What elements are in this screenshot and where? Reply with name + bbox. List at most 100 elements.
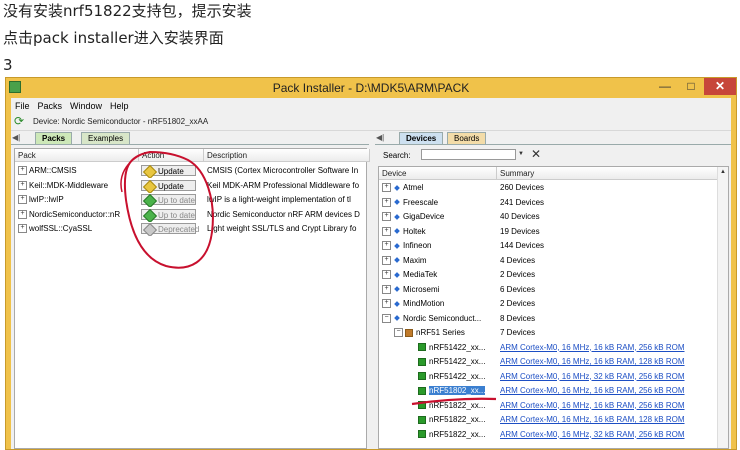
device-row[interactable]: + GigaDevice 40 Devices [379,210,717,224]
chip-icon [418,343,426,352]
device-row[interactable]: + MediaTek 2 Devices [379,268,717,282]
pack-name: ARM::CMSIS [29,166,77,175]
device-row[interactable]: nRF51802_xx... ARM Cortex-M0, 16 MHz, 16 … [379,384,717,398]
device-row[interactable]: + Maxim 4 Devices [379,254,717,268]
expand-icon[interactable]: + [382,197,391,207]
expand-icon[interactable]: + [18,180,27,190]
chip-icon [418,401,426,410]
device-summary-link[interactable]: ARM Cortex-M0, 16 MHz, 16 kB RAM, 128 kB… [500,355,728,369]
description-cell: Nordic Semiconductor nRF ARM devices D [207,209,360,219]
window-title: Pack Installer - D:\MDK5\ARM\PACK [272,81,470,95]
menu-packs[interactable]: Packs [34,99,67,113]
device-name: nRF51822_xx... [429,429,486,439]
device-summary: 2 Devices [500,270,536,279]
expand-icon[interactable]: + [382,226,391,236]
search-input[interactable] [421,149,516,160]
col-header-pack[interactable]: Pack [15,149,139,162]
search-dropdown-icon[interactable]: ▼ [516,149,526,160]
device-row[interactable]: nRF51422_xx... ARM Cortex-M0, 16 MHz, 32 … [379,370,717,384]
col-header-device[interactable]: Device [379,167,497,180]
deprecated-button[interactable]: Deprecated [141,222,199,236]
device-row[interactable]: nRF51822_xx... ARM Cortex-M0, 16 MHz, 16 … [379,413,717,427]
vendor-icon [394,301,400,307]
device-name-cell: nRF51422_xx... [406,355,496,369]
scroll-up-icon[interactable]: ▲ [718,167,728,177]
device-summary: 4 Devices [500,255,536,265]
expand-icon[interactable]: + [18,209,27,219]
clear-search-icon[interactable]: ✕ [531,147,541,161]
device-name-cell: nRF51422_xx... [406,370,496,384]
device-name-cell: − Nordic Semiconduct... [382,312,496,326]
uptodate-button[interactable]: Up to date [141,193,196,207]
col-header-summary[interactable]: Summary [497,167,728,180]
expand-icon[interactable]: + [18,224,27,234]
expand-icon[interactable]: − [382,313,391,323]
table-row[interactable]: + ARM::CMSIS Update CMSIS (Cortex Microcont… [15,164,366,178]
device-name: MindMotion [403,299,445,308]
device-summary-link[interactable]: ARM Cortex-M0, 16 MHz, 16 kB RAM, 256 kB… [500,384,728,398]
title-bar[interactable]: Pack Installer - D:\MDK5\ARM\PACK — □ ✕ [6,78,736,98]
menu-window[interactable]: Window [66,99,106,113]
device-row[interactable]: nRF51822_xx... ARM Cortex-M0, 16 MHz, 16 … [379,399,717,413]
device-row[interactable]: + Microsemi 6 Devices [379,283,717,297]
expand-icon[interactable]: + [18,195,27,205]
device-row[interactable]: + MindMotion 2 Devices [379,297,717,311]
action-cell: Up to date [139,208,203,222]
refresh-icon[interactable]: ⟳ [14,115,27,128]
action-label: Up to date [158,210,195,220]
action-label: Up to date [158,196,195,205]
device-row[interactable]: nRF51422_xx... ARM Cortex-M0, 16 MHz, 16 … [379,341,717,355]
device-name-cell: − nRF51 Series [394,326,496,340]
device-summary-link[interactable]: ARM Cortex-M0, 16 MHz, 16 kB RAM, 256 kB… [500,399,728,413]
uptodate-icon [142,208,158,222]
table-row[interactable]: + lwIP::lwIP Up to date lwIP is a light-wei… [15,193,366,207]
tab-divider [11,144,369,145]
expand-icon[interactable]: + [382,255,391,265]
expand-icon[interactable]: + [382,241,391,251]
expand-icon[interactable]: + [382,299,391,309]
minimize-button[interactable]: — [652,78,678,95]
update-button[interactable]: Update [141,179,196,193]
table-row[interactable]: + NordicSemiconductor::nR Up to date Nordic… [15,208,366,222]
device-summary-link[interactable]: ARM Cortex-M0, 16 MHz, 32 kB RAM, 256 kB… [500,370,728,384]
expand-icon[interactable]: + [382,284,391,294]
packs-tabs: ◀| Packs Examples [11,132,369,145]
tab-scroll-left-icon[interactable]: ◀| [376,133,384,142]
col-header-description[interactable]: Description [204,149,370,162]
device-name: Freescale [403,197,439,207]
device-row[interactable]: − nRF51 Series 7 Devices [379,326,717,340]
device-row[interactable]: + Freescale 241 Devices [379,196,717,210]
device-name: nRF51422_xx... [429,342,486,352]
expand-icon[interactable]: + [382,270,391,280]
expand-icon[interactable]: − [394,328,403,338]
expand-icon[interactable]: + [382,183,391,193]
uptodate-button[interactable]: Up to date [141,208,196,222]
device-row[interactable]: + Holtek 19 Devices [379,225,717,239]
pack-installer-window: Pack Installer - D:\MDK5\ARM\PACK — □ ✕ … [5,77,737,450]
close-button[interactable]: ✕ [704,78,736,95]
device-summary-link[interactable]: ARM Cortex-M0, 16 MHz, 32 kB RAM, 256 kB… [500,428,728,442]
device-name-cell: nRF51822_xx... [406,413,496,427]
col-header-action[interactable]: Action [139,149,204,162]
device-name: Maxim [403,255,427,265]
packs-table: Pack Action Description + ARM::CMSIS Updat… [14,148,370,449]
devices-panel: ◀| Devices Boards Search: ▼ ✕ Device Sum… [375,132,731,449]
device-row[interactable]: − Nordic Semiconduct... 8 Devices [379,312,717,326]
maximize-button[interactable]: □ [678,78,704,95]
device-summary-link[interactable]: ARM Cortex-M0, 16 MHz, 16 kB RAM, 256 kB… [500,341,728,355]
device-row[interactable]: nRF51822_xx... ARM Cortex-M0, 16 MHz, 32 … [379,428,717,442]
device-summary-link[interactable]: ARM Cortex-M0, 16 MHz, 16 kB RAM, 128 kB… [500,413,728,427]
tab-scroll-left-icon[interactable]: ◀| [12,133,20,142]
update-icon [142,179,158,193]
table-row[interactable]: + wolfSSL::CyaSSL Deprecated Light weight S… [15,222,366,236]
device-row[interactable]: + Infineon 144 Devices [379,239,717,253]
menu-help[interactable]: Help [106,99,133,113]
device-row[interactable]: + Atmel 260 Devices [379,181,717,195]
device-row[interactable]: nRF51422_xx... ARM Cortex-M0, 16 MHz, 16 … [379,355,717,369]
update-button[interactable]: Update [141,164,196,178]
device-summary: 260 Devices [500,183,545,192]
expand-icon[interactable]: + [382,212,391,222]
table-row[interactable]: + Keil::MDK-Middleware Update Keil MDK-ARM … [15,179,366,193]
menu-file[interactable]: File [11,99,34,113]
expand-icon[interactable]: + [18,166,27,176]
